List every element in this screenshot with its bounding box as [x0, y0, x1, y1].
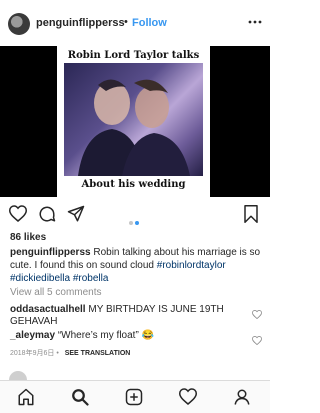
hashtag-link[interactable]: #robella [73, 273, 109, 284]
header-separator: • [124, 16, 128, 28]
home-icon[interactable] [17, 388, 35, 411]
comment: _aleymay “Where’s my float” 😂 [10, 330, 242, 342]
post-meta: 2018年9月6日 • SEE TRANSLATION [10, 348, 130, 358]
carousel-dot-active [135, 221, 139, 225]
share-icon[interactable] [67, 205, 85, 228]
post-photo [64, 63, 203, 176]
add-post-icon[interactable] [125, 388, 143, 411]
comment-like-heart-icon[interactable] [252, 332, 262, 350]
like-heart-icon[interactable] [8, 205, 28, 227]
more-icon[interactable] [248, 12, 262, 28]
carousel-dot [129, 221, 133, 225]
comment-username[interactable]: oddasactualhell [10, 304, 86, 315]
follow-button[interactable]: Follow [132, 17, 167, 29]
meta-separator: • [56, 350, 59, 357]
save-bookmark-icon[interactable] [243, 205, 259, 228]
post-header: penguinflipperss • Follow [0, 0, 270, 46]
avatar[interactable] [8, 13, 30, 35]
post-image[interactable]: Robin Lord Taylor talks About his weddin… [0, 46, 270, 197]
action-bar [0, 197, 270, 231]
activity-heart-icon[interactable] [178, 388, 198, 410]
likes-count[interactable]: 86 likes [10, 232, 46, 243]
hashtag-link[interactable]: #dickiedibella [10, 273, 70, 284]
comment-username[interactable]: _aleymay [10, 330, 55, 341]
post-image-subtitle: About his wedding [81, 179, 186, 190]
post-caption: penguinflipperss Robin talking about his… [10, 246, 262, 285]
bottom-tab-bar [0, 380, 270, 413]
post-date: 2018年9月6日 [10, 350, 55, 357]
comment-like-heart-icon[interactable] [252, 306, 262, 324]
carousel-indicator [128, 212, 140, 230]
caption-username[interactable]: penguinflipperss [10, 247, 91, 258]
post-username[interactable]: penguinflipperss [36, 17, 125, 29]
comment: oddasactualhell MY BIRTHDAY IS JUNE 19TH… [10, 304, 242, 328]
comment-icon[interactable] [38, 205, 56, 228]
view-all-comments-link[interactable]: View all 5 comments [10, 287, 102, 298]
see-translation-link[interactable]: SEE TRANSLATION [65, 350, 131, 357]
profile-icon[interactable] [233, 388, 251, 411]
post-image-card: Robin Lord Taylor talks About his weddin… [57, 46, 210, 197]
search-icon[interactable] [71, 388, 89, 411]
hashtag-link[interactable]: #robinlordtaylor [157, 260, 226, 271]
comment-text: “Where’s my float” 😂 [57, 330, 154, 341]
post-image-title: Robin Lord Taylor talks [67, 50, 200, 61]
